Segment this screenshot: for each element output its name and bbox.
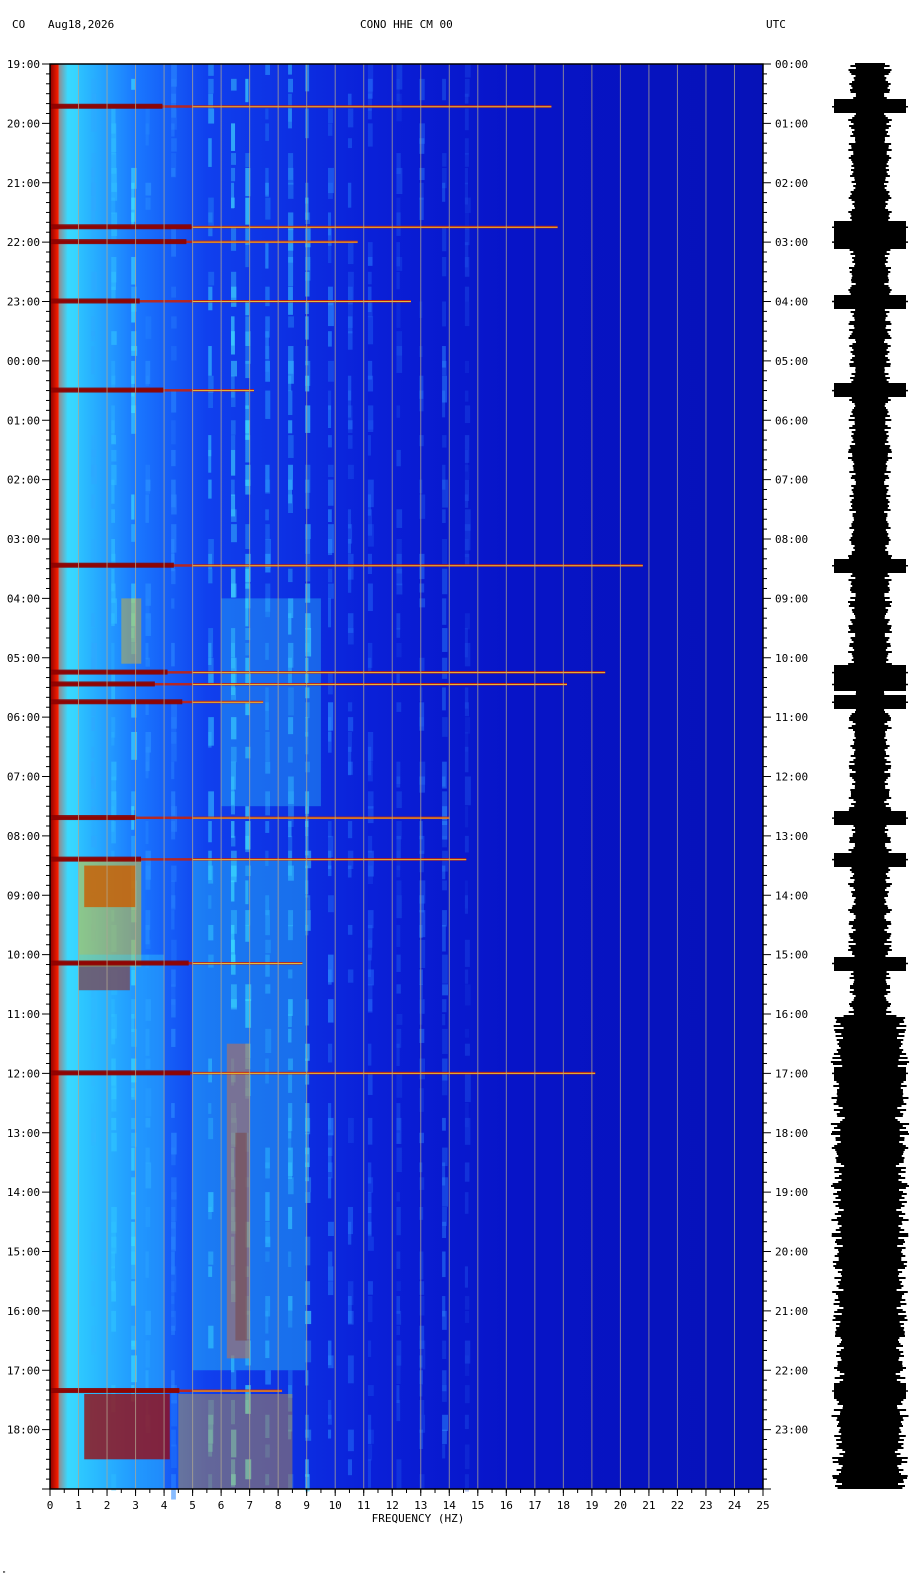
y-left-tick-label: 00:00: [7, 355, 40, 368]
y-right-tick-label: 07:00: [775, 474, 808, 487]
x-tick-label: 18: [557, 1499, 570, 1512]
y-left-tick-label: 04:00: [7, 592, 40, 605]
y-left-tick-label: 19:00: [7, 58, 40, 71]
x-tick-label: 25: [756, 1499, 769, 1512]
x-tick-label: 0: [47, 1499, 54, 1512]
y-right-tick-label: 08:00: [775, 533, 808, 546]
y-left-tick-label: 12:00: [7, 1067, 40, 1080]
x-tick-label: 8: [275, 1499, 282, 1512]
y-right-tick-label: 19:00: [775, 1186, 808, 1199]
y-right-tick-label: 09:00: [775, 592, 808, 605]
y-left-tick-label: 13:00: [7, 1127, 40, 1140]
y-right-tick-label: 11:00: [775, 711, 808, 724]
y-right-tick-label: 01:00: [775, 117, 808, 130]
y-right-tick-label: 23:00: [775, 1424, 808, 1437]
x-tick-label: 22: [671, 1499, 684, 1512]
y-left-tick-label: 21:00: [7, 177, 40, 190]
y-left-tick-label: 11:00: [7, 1008, 40, 1021]
x-tick-label: 11: [357, 1499, 370, 1512]
x-tick-label: 2: [104, 1499, 111, 1512]
seismogram-trace: [830, 63, 910, 1489]
y-left-tick-label: 18:00: [7, 1424, 40, 1437]
x-tick-label: 10: [329, 1499, 342, 1512]
y-right-tick-label: 02:00: [775, 177, 808, 190]
x-tick-label: 16: [500, 1499, 513, 1512]
y-right-tick-label: 20:00: [775, 1246, 808, 1259]
x-tick-label: 5: [189, 1499, 196, 1512]
x-tick-label: 13: [414, 1499, 427, 1512]
x-axis-label: FREQUENCY (HZ): [372, 1512, 465, 1525]
y-right-tick-label: 13:00: [775, 830, 808, 843]
y-right-tick-label: 15:00: [775, 949, 808, 962]
y-right-tick-label: 05:00: [775, 355, 808, 368]
y-right-tick-label: 21:00: [775, 1305, 808, 1318]
x-tick-label: 12: [386, 1499, 399, 1512]
y-right-tick-label: 04:00: [775, 296, 808, 309]
spectrogram-chart: 19:00 20:00 21:00 22:00 23:00 00:00 01:00 02:00…: [7, 58, 910, 1525]
y-left-tick-label: 05:00: [7, 652, 40, 665]
x-tick-label: 17: [528, 1499, 541, 1512]
y-left-tick-label: 16:00: [7, 1305, 40, 1318]
x-tick-label: 9: [303, 1499, 310, 1512]
y-left-tick-label: 22:00: [7, 236, 40, 249]
y-left-tick-label: 02:00: [7, 474, 40, 487]
y-right-tick-label: 03:00: [775, 236, 808, 249]
y-left-tick-label: 01:00: [7, 414, 40, 427]
x-tick-label: 6: [218, 1499, 225, 1512]
y-right-tick-label: 16:00: [775, 1008, 808, 1021]
y-left-tick-label: 09:00: [7, 889, 40, 902]
x-tick-label: 21: [642, 1499, 655, 1512]
y-left-tick-label: 23:00: [7, 296, 40, 309]
y-right-tick-label: 10:00: [775, 652, 808, 665]
x-tick-label: 1: [75, 1499, 82, 1512]
y-left-tick-label: 20:00: [7, 117, 40, 130]
y-left-tick-label: 14:00: [7, 1186, 40, 1199]
y-left-tick-label: 06:00: [7, 711, 40, 724]
y-right-tick-label: 06:00: [775, 414, 808, 427]
y-right-tick-label: 12:00: [775, 771, 808, 784]
x-tick-label: 15: [471, 1499, 484, 1512]
x-tick-label: 3: [132, 1499, 139, 1512]
x-tick-label: 23: [699, 1499, 712, 1512]
y-left-tick-label: 15:00: [7, 1246, 40, 1259]
x-tick-label: 24: [728, 1499, 742, 1512]
y-left-tick-label: 03:00: [7, 533, 40, 546]
y-left-tick-label: 10:00: [7, 949, 40, 962]
y-left-tick-label: 07:00: [7, 771, 40, 784]
x-tick-label: 19: [585, 1499, 598, 1512]
x-tick-label: 4: [161, 1499, 168, 1512]
y-left-tick-label: 17:00: [7, 1364, 40, 1377]
y-right-tick-label: 22:00: [775, 1364, 808, 1377]
x-tick-label: 14: [443, 1499, 457, 1512]
y-right-tick-label: 00:00: [775, 58, 808, 71]
y-right-tick-label: 14:00: [775, 889, 808, 902]
y-right-tick-label: 18:00: [775, 1127, 808, 1140]
x-tick-label: 7: [246, 1499, 253, 1512]
x-tick-label: 20: [614, 1499, 627, 1512]
footer-mark: ": [2, 1570, 7, 1578]
seismogram-waveform: [830, 63, 910, 1489]
y-left-tick-label: 08:00: [7, 830, 40, 843]
y-right-tick-label: 17:00: [775, 1067, 808, 1080]
